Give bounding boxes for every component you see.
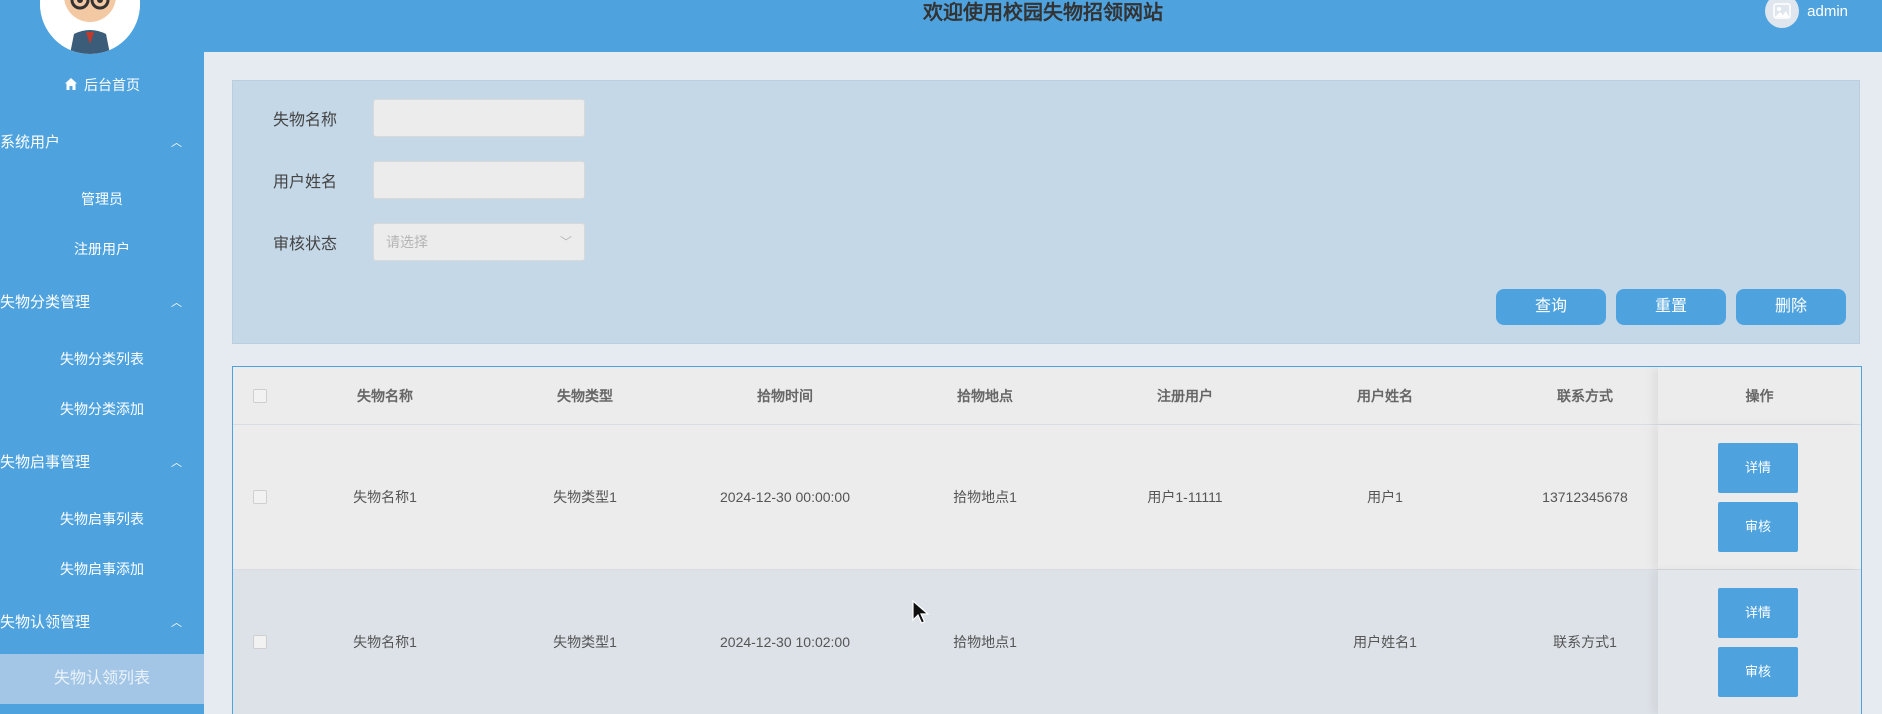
sidebar-item-notice-add[interactable]: 失物启事添加: [0, 554, 204, 584]
reset-button[interactable]: 重置: [1616, 289, 1726, 325]
form-row-user-name: 用户姓名: [273, 161, 585, 199]
form-label-user-name: 用户姓名: [273, 174, 338, 191]
sidebar-item-label: 失物分类列表: [60, 351, 144, 367]
sidebar-group-label: 失物分类管理: [0, 294, 91, 311]
cell-found-place: 拾物地点1: [953, 634, 1017, 650]
review-status-select[interactable]: 请选择 ﹀: [373, 223, 585, 261]
top-header: 欢迎使用校园失物招领网站 admin: [204, 0, 1882, 52]
cell-item-name: 失物名称1: [353, 489, 417, 505]
sidebar-item-label: 失物启事添加: [60, 561, 144, 577]
form-row-item-name: 失物名称: [273, 99, 585, 137]
chevron-up-icon: ︿: [171, 617, 182, 629]
column-header: 联系方式: [1557, 387, 1613, 404]
column-header: 用户姓名: [1357, 387, 1413, 404]
sidebar-item-label: 管理员: [81, 191, 123, 207]
sidebar-item-claim-list[interactable]: 失物认领列表: [0, 654, 204, 704]
select-placeholder: 请选择: [386, 234, 428, 250]
sidebar-item-category-add[interactable]: 失物分类添加: [0, 394, 204, 424]
delete-button[interactable]: 删除: [1736, 289, 1846, 325]
cell-registered-user: [1085, 570, 1285, 714]
item-name-input[interactable]: [373, 99, 585, 137]
chevron-up-icon: ︿: [171, 297, 182, 309]
row-actions: 详情 审核: [1658, 425, 1861, 569]
table-row: 失物名称1 失物类型1 2024-12-30 10:02:00 拾物地点1 用户…: [233, 570, 1861, 714]
chevron-down-icon: ﹀: [559, 235, 572, 249]
sidebar-group-label: 失物认领管理: [0, 614, 91, 631]
sidebar-item-category-list[interactable]: 失物分类列表: [0, 344, 204, 374]
sidebar-item-notice-list[interactable]: 失物启事列表: [0, 504, 204, 534]
row-checkbox[interactable]: [253, 635, 267, 649]
form-label-item-name: 失物名称: [273, 112, 338, 129]
sidebar: 后台首页 系统用户 ︿ 管理员 注册用户 失物分类管理 ︿ 失物分类列表 失物分…: [0, 0, 204, 714]
cell-registered-user: 用户1-11111: [1147, 489, 1223, 505]
username: admin: [1807, 2, 1848, 20]
sidebar-group-category-management[interactable]: 失物分类管理 ︿: [0, 288, 204, 318]
avatar-cartoon-icon: [40, 0, 140, 54]
sidebar-item-home[interactable]: 后台首页: [0, 70, 204, 100]
cell-contact: 13712345678: [1542, 489, 1628, 505]
sidebar-group-label: 失物启事管理: [0, 454, 91, 471]
sidebar-item-label: 失物认领列表: [53, 670, 150, 687]
sidebar-group-label: 系统用户: [0, 134, 61, 151]
cell-found-place: 拾物地点1: [953, 489, 1017, 505]
cell-item-type: 失物类型1: [553, 634, 617, 650]
user-avatar-icon: [1765, 0, 1800, 28]
data-table: 失物名称 失物类型 拾物时间 拾物地点 注册用户 用户姓名 联系方式 操作 失物…: [232, 366, 1862, 714]
cell-contact: 联系方式1: [1553, 634, 1617, 650]
column-header: 拾物地点: [957, 387, 1013, 404]
table-row: 失物名称1 失物类型1 2024-12-30 00:00:00 拾物地点1 用户…: [233, 425, 1861, 570]
avatar: [40, 0, 140, 54]
column-header: 失物名称: [357, 387, 413, 404]
user-name-input[interactable]: [373, 161, 585, 199]
form-row-review-status: 审核状态 请选择 ﹀: [273, 223, 585, 261]
review-button[interactable]: 审核: [1718, 502, 1798, 552]
search-panel: 失物名称 用户姓名 审核状态 请选择 ﹀ 查询 重置 删除: [232, 80, 1860, 344]
sidebar-item-label: 注册用户: [74, 241, 130, 257]
detail-button[interactable]: 详情: [1718, 443, 1798, 493]
cell-user-name: 用户姓名1: [1353, 634, 1417, 650]
column-header: 失物类型: [557, 387, 613, 404]
review-button[interactable]: 审核: [1718, 647, 1798, 697]
mouse-cursor-icon: [912, 599, 930, 631]
page-title: 欢迎使用校园失物招领网站: [923, 2, 1163, 24]
table-header-row: 失物名称 失物类型 拾物时间 拾物地点 注册用户 用户姓名 联系方式 操作: [233, 367, 1861, 425]
sidebar-group-claim-management[interactable]: 失物认领管理 ︿: [0, 608, 204, 638]
sidebar-item-label: 失物启事列表: [60, 511, 144, 527]
cell-found-time: 2024-12-30 00:00:00: [720, 489, 850, 505]
user-menu[interactable]: admin: [1765, 0, 1848, 28]
ops-column-header: 操作: [1658, 367, 1861, 424]
sidebar-group-system-users[interactable]: 系统用户 ︿: [0, 128, 204, 158]
column-header: 操作: [1745, 387, 1774, 404]
column-header: 拾物时间: [757, 387, 813, 404]
sidebar-item-label: 失物分类添加: [60, 401, 144, 417]
detail-button[interactable]: 详情: [1718, 588, 1798, 638]
cell-user-name: 用户1: [1367, 489, 1403, 505]
sidebar-group-notice-management[interactable]: 失物启事管理 ︿: [0, 448, 204, 478]
form-label-review-status: 审核状态: [273, 236, 338, 253]
main-content: 失物名称 用户姓名 审核状态 请选择 ﹀ 查询 重置 删除 失物名称 失物类型 …: [204, 52, 1882, 714]
column-header: 注册用户: [1157, 387, 1213, 404]
query-button[interactable]: 查询: [1496, 289, 1606, 325]
sidebar-item-home-label: 后台首页: [84, 77, 140, 93]
select-all-checkbox[interactable]: [253, 388, 267, 403]
row-actions: 详情 审核: [1658, 570, 1861, 714]
sidebar-item-registered-users[interactable]: 注册用户: [0, 234, 204, 264]
sidebar-item-admin[interactable]: 管理员: [0, 184, 204, 214]
cell-item-name: 失物名称1: [353, 634, 417, 650]
row-checkbox[interactable]: [253, 490, 267, 504]
chevron-up-icon: ︿: [171, 137, 182, 149]
cell-found-time: 2024-12-30 10:02:00: [720, 634, 850, 650]
cell-item-type: 失物类型1: [553, 489, 617, 505]
home-icon: [64, 71, 78, 101]
chevron-up-icon: ︿: [171, 457, 182, 469]
